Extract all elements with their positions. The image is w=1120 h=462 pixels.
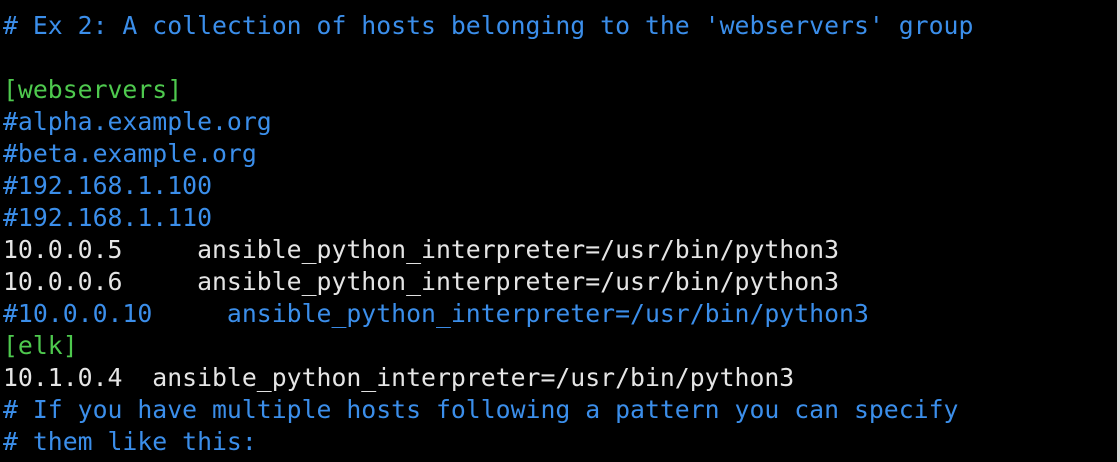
- comment-line: #192.168.1.100: [3, 171, 213, 200]
- host-entry-line: 10.0.0.6 ansible_python_interpreter=/usr…: [3, 267, 840, 296]
- comment-line: #192.168.1.110: [3, 203, 213, 232]
- comment-line: # If you have multiple hosts following a…: [3, 395, 959, 424]
- host-entry-line: 10.0.0.5 ansible_python_interpreter=/usr…: [3, 235, 840, 264]
- comment-line: #beta.example.org: [3, 139, 257, 168]
- comment-line: #10.0.0.10 ansible_python_interpreter=/u…: [3, 299, 869, 328]
- terminal-window[interactable]: # Ex 2: A collection of hosts belonging …: [0, 0, 1120, 462]
- host-entry-line: 10.1.0.4 ansible_python_interpreter=/usr…: [3, 363, 795, 392]
- comment-line: #alpha.example.org: [3, 107, 272, 136]
- inventory-group-header: [webservers]: [3, 75, 183, 104]
- comment-line: # them like this:: [3, 427, 257, 456]
- comment-line: # Ex 2: A collection of hosts belonging …: [3, 11, 974, 40]
- inventory-group-header: [elk]: [3, 331, 78, 360]
